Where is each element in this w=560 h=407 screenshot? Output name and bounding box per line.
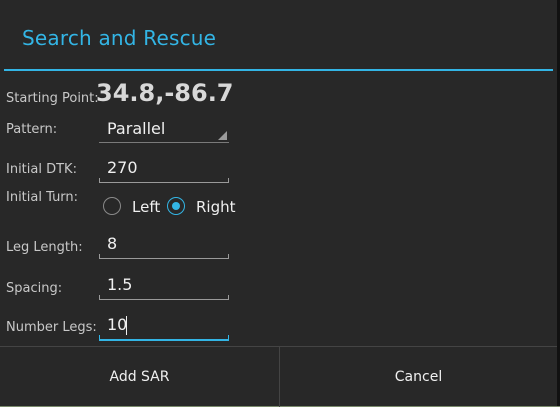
text-cursor [126, 316, 127, 335]
initial-dtk-value: 270 [107, 158, 138, 177]
initial-dtk-label: Initial DTK: [6, 162, 77, 177]
pattern-selected-value: Parallel [107, 119, 166, 138]
leg-length-label: Leg Length: [6, 240, 83, 255]
number-legs-input[interactable]: 10 [99, 313, 229, 341]
pattern-spinner[interactable]: Parallel [99, 118, 229, 143]
initial-turn-label: Initial Turn: [6, 190, 79, 205]
leg-length-input[interactable]: 8 [99, 232, 229, 259]
radio-checked-dot [172, 202, 180, 210]
number-legs-value: 10 [107, 315, 128, 334]
spacing-label: Spacing: [6, 281, 63, 296]
spacing-value: 1.5 [107, 275, 133, 294]
starting-point-value: 34.8,-86.7 [96, 79, 234, 107]
radio-left-label: Left [132, 198, 161, 216]
number-legs-label: Number Legs: [6, 320, 97, 335]
radio-right-icon [167, 197, 185, 215]
title-divider [4, 69, 553, 71]
add-sar-button[interactable]: Add SAR [0, 347, 280, 407]
initial-dtk-input[interactable]: 270 [99, 156, 229, 183]
spacing-input[interactable]: 1.5 [99, 273, 229, 300]
radio-right-label: Right [196, 198, 236, 216]
starting-point-label: Starting Point: [6, 91, 99, 106]
pattern-label: Pattern: [6, 122, 58, 137]
cancel-button[interactable]: Cancel [280, 347, 557, 407]
search-and-rescue-dialog: Search and Rescue Starting Point: 34.8,-… [0, 0, 560, 407]
leg-length-value: 8 [107, 234, 118, 253]
dropdown-arrow-icon [218, 131, 227, 140]
button-bar: Add SAR Cancel [0, 346, 557, 407]
dialog-title: Search and Rescue [22, 26, 217, 50]
radio-left-icon [103, 197, 121, 215]
